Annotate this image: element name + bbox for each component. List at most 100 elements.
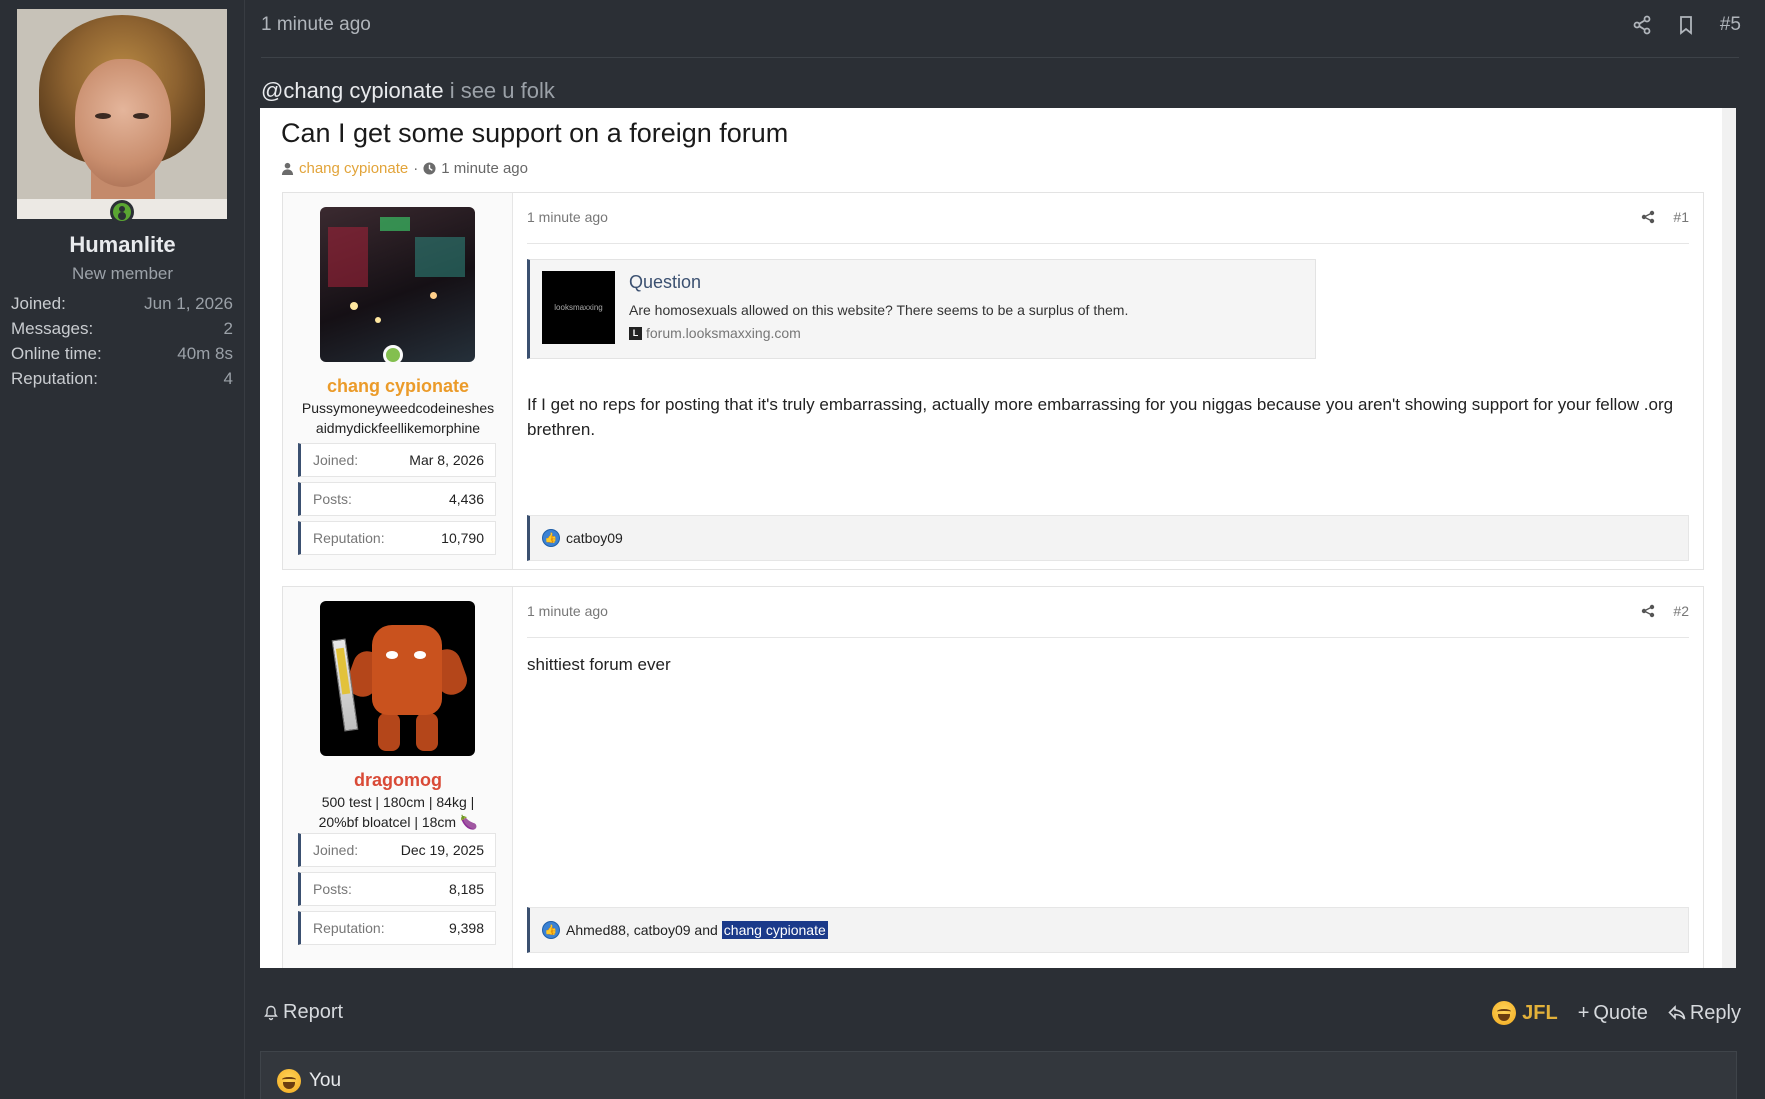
bookmark-icon[interactable] <box>1676 15 1696 35</box>
share-icon <box>1642 604 1655 618</box>
reaction-users: catboy09 <box>566 530 623 546</box>
embedded-post-body: 1 minute ago #1 looksmaxxing Question Ar… <box>513 193 1703 569</box>
post-timestamp[interactable]: 1 minute ago <box>261 14 371 36</box>
embedded-user-cell: chang cypionate Pussymoneyweedcodeineshe… <box>283 193 513 569</box>
stat-label: Joined: <box>11 294 66 313</box>
online-status-icon <box>383 345 403 365</box>
reply-label: Reply <box>1689 1001 1741 1024</box>
stat-reputation: Reputation: 10,790 <box>298 521 496 555</box>
share-icon[interactable] <box>1632 15 1652 35</box>
reaction-bar: 👍 Ahmed88, catboy09 and chang cypionate <box>527 907 1689 953</box>
stat-value: Dec 19, 2025 <box>400 842 484 858</box>
quote-button[interactable]: + Quote <box>1578 1002 1648 1025</box>
embedded-post: dragomog 500 test | 180cm | 84kg | 20%bf… <box>282 586 1704 968</box>
thread-time: 1 minute ago <box>441 160 528 177</box>
stat-label: Joined: <box>313 842 359 858</box>
user-mention[interactable]: @chang cypionate <box>261 78 444 103</box>
embedded-post-text: If I get no reps for posting that it's t… <box>527 395 1674 439</box>
user-icon <box>281 162 294 175</box>
stat-messages: Messages: 2 <box>11 316 233 341</box>
embedded-avatar <box>320 601 475 756</box>
embedded-username: dragomog <box>354 770 442 790</box>
stat-value: Jun 1, 2026 <box>144 294 233 313</box>
poster-sidebar: Humanlite New member Joined: Jun 1, 2026 … <box>0 0 245 1099</box>
avatar-image <box>17 9 227 219</box>
embedded-user-title: Pussymoneyweedcodeineshesaidmydickfeelli… <box>301 400 495 436</box>
stat-reputation: Reputation: 9,398 <box>298 911 496 945</box>
thread-title: Can I get some support on a foreign foru… <box>281 118 789 148</box>
reply-button[interactable]: Reply <box>1668 1002 1741 1025</box>
stat-value: 10,790 <box>441 530 484 546</box>
user-avatar[interactable] <box>17 9 227 219</box>
site-favicon-icon: L <box>629 326 642 340</box>
embedded-post: chang cypionate Pussymoneyweedcodeineshe… <box>282 192 1704 570</box>
stat-reputation: Reputation: 4 <box>11 366 233 391</box>
embedded-user-title: 500 test | 180cm | 84kg | 20%bf bloatcel… <box>318 794 478 830</box>
user-stats: Joined: Jun 1, 2026 Messages: 2 Online tim… <box>11 291 233 391</box>
embedded-post-actions: #1 <box>1641 209 1689 225</box>
embedded-post-number: #2 <box>1673 603 1689 619</box>
embedded-scrollbar <box>1722 108 1736 968</box>
report-label: Report <box>283 1001 344 1023</box>
post-message: @chang cypionate i see u folk <box>261 78 555 104</box>
quote-label: Quote <box>1593 1001 1648 1024</box>
stat-label: Reputation: <box>313 530 385 546</box>
stat-value: 4 <box>223 369 233 388</box>
link-title: Question <box>629 272 702 292</box>
embedded-screenshot[interactable]: Can I get some support on a foreign foru… <box>260 108 1736 968</box>
embedded-avatar <box>320 207 475 362</box>
jfl-label: JFL <box>1522 1001 1558 1024</box>
link-preview: looksmaxxing Question Are homosexuals al… <box>527 259 1316 359</box>
like-icon: 👍 <box>542 529 560 547</box>
share-icon <box>1642 210 1655 224</box>
post-number[interactable]: #5 <box>1720 14 1741 36</box>
message-text: i see u folk <box>443 78 555 103</box>
embedded-post-actions: #2 <box>1641 603 1689 619</box>
bell-icon <box>264 1005 278 1020</box>
stat-value: 4,436 <box>448 491 484 507</box>
stat-online-time: Online time: 40m 8s <box>11 341 233 366</box>
thread-author: chang cypionate <box>299 160 409 177</box>
divider <box>527 637 1689 638</box>
embedded-post-time: 1 minute ago <box>527 603 608 619</box>
plus-icon: + <box>1577 1001 1590 1024</box>
stat-label: Posts: <box>313 881 352 897</box>
laughing-emoji-icon <box>1492 1001 1517 1025</box>
post-actions: #5 <box>1632 14 1741 36</box>
reaction-summary[interactable]: You <box>260 1051 1737 1099</box>
username[interactable]: Humanlite <box>0 232 245 258</box>
reaction-bar: 👍 catboy09 <box>527 515 1689 561</box>
embedded-username: chang cypionate <box>326 376 470 396</box>
post-footer-actions: JFL + Quote Reply <box>1492 1001 1741 1025</box>
stat-label: Posts: <box>313 491 352 507</box>
embedded-post-time: 1 minute ago <box>527 209 608 225</box>
divider <box>527 243 1689 244</box>
embedded-post-body: 1 minute ago #2 shittiest forum ever 👍 A… <box>513 587 1703 968</box>
embedded-post-text: shittiest forum ever <box>527 655 671 674</box>
stat-label: Reputation: <box>313 920 385 936</box>
stat-label: Joined: <box>313 452 359 468</box>
embedded-user-cell: dragomog 500 test | 180cm | 84kg | 20%bf… <box>283 587 513 968</box>
stat-joined: Joined: Jun 1, 2026 <box>11 291 233 316</box>
stat-posts: Posts: 4,436 <box>298 482 496 516</box>
link-source: Lforum.looksmaxxing.com <box>629 325 801 341</box>
link-thumbnail: looksmaxxing <box>542 271 615 344</box>
embedded-post-number: #1 <box>1673 209 1689 225</box>
embedded-user-stats: Joined: Dec 19, 2025 Posts: 8,185 Reputati… <box>298 833 496 950</box>
laughing-emoji-icon <box>277 1069 301 1093</box>
embedded-user-stats: Joined: Mar 8, 2026 Posts: 4,436 Reputatio… <box>298 443 496 560</box>
stat-value: 2 <box>223 319 233 338</box>
stat-joined: Joined: Dec 19, 2025 <box>298 833 496 867</box>
jfl-reaction-button[interactable]: JFL <box>1492 1001 1558 1025</box>
stat-value: 40m 8s <box>177 344 233 363</box>
reply-icon <box>1668 1005 1686 1020</box>
selected-text: chang cypionate <box>721 921 828 939</box>
reaction-users: Ahmed88, catboy09 and <box>566 922 718 938</box>
report-button[interactable]: Report <box>263 1001 343 1024</box>
stat-value: 8,185 <box>448 881 484 897</box>
stat-posts: Posts: 8,185 <box>298 872 496 906</box>
stat-value: Mar 8, 2026 <box>409 452 484 468</box>
stat-label: Reputation: <box>11 369 98 388</box>
meta-separator: · <box>413 160 419 177</box>
user-title: New member <box>71 264 174 283</box>
